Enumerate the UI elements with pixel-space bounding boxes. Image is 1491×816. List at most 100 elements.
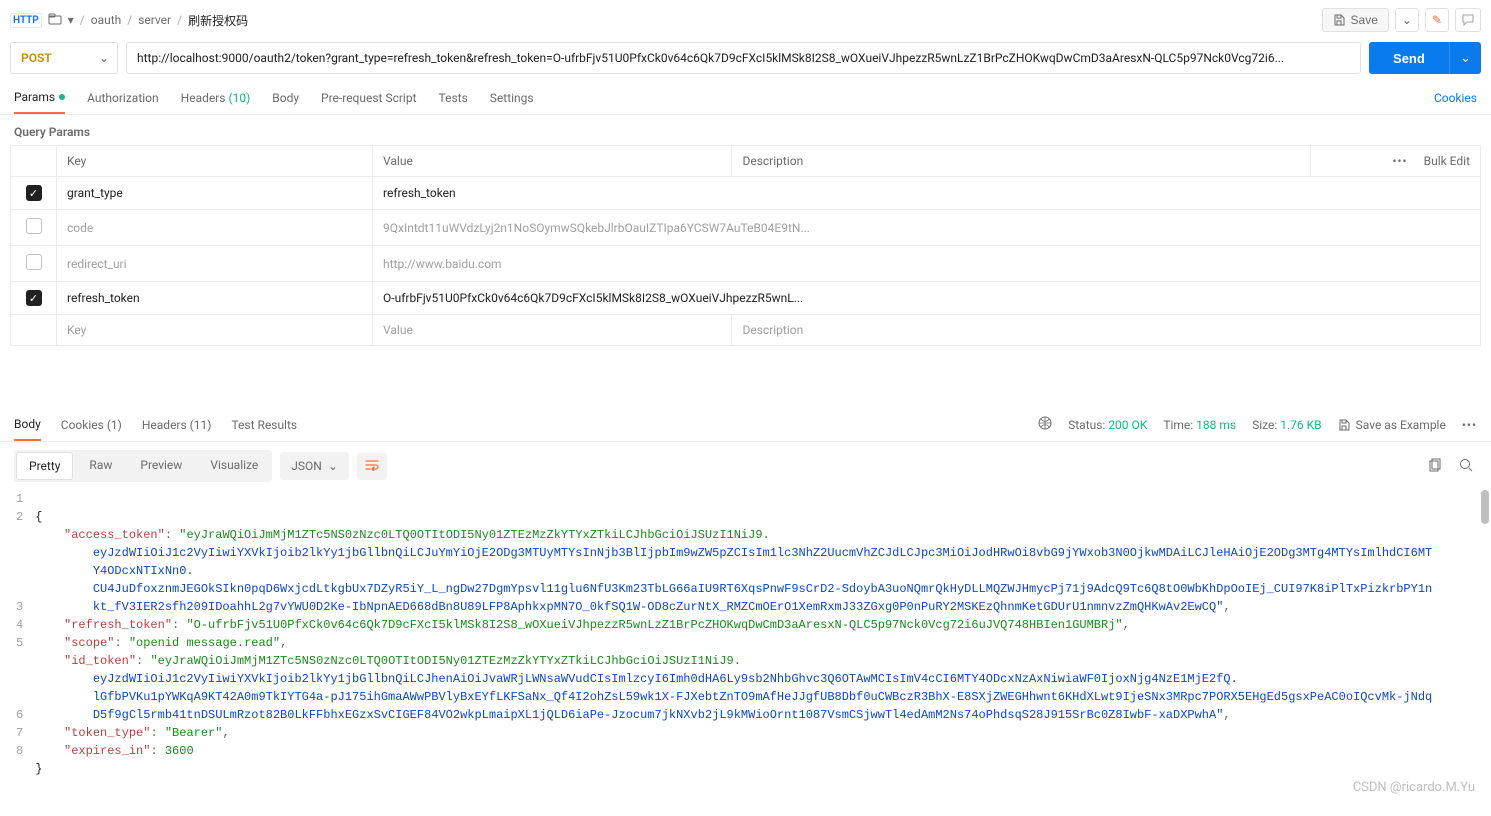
http-badge: HTTP (10, 13, 42, 28)
tab-tests[interactable]: Tests (439, 91, 468, 113)
param-value[interactable]: http://www.baidu.com (373, 246, 1481, 282)
viewmode-pretty[interactable]: Pretty (16, 452, 73, 480)
resp-tab-cookies[interactable]: Cookies (1) (61, 418, 122, 440)
json-wrap: lGfbPVKu1pYWKqA9KT42A0m9TkIYTG4a-pJ175ih… (93, 690, 1432, 704)
viewmode-group: Pretty Raw Preview Visualize (14, 450, 272, 482)
cookies-link[interactable]: Cookies (1434, 91, 1477, 113)
search-icon[interactable] (1455, 454, 1477, 479)
json-str: "eyJraWQiOiJmMjM1ZTc5NS0zNzc0LTQ0OTItODI… (150, 654, 741, 668)
param-key-placeholder[interactable]: Key (57, 315, 373, 346)
param-value-placeholder[interactable]: Value (373, 315, 732, 346)
tab-params-label: Params (14, 90, 55, 104)
checkbox[interactable] (26, 185, 42, 201)
query-params-table: Key Value Description ••• Bulk Edit grant… (10, 145, 1481, 346)
json-num: 3600 (165, 744, 194, 758)
checkbox[interactable] (26, 218, 42, 234)
param-key[interactable]: refresh_token (57, 282, 373, 315)
breadcrumb-caret[interactable]: ▾ (68, 13, 74, 27)
tab-headers-label: Headers (181, 91, 226, 105)
col-desc: Description (732, 146, 1311, 177)
scrollbar-thumb[interactable] (1481, 490, 1489, 524)
param-row: grant_type refresh_token (11, 177, 1481, 210)
send-caret-button[interactable]: ⌄ (1449, 42, 1481, 74)
save-icon (1338, 419, 1350, 431)
save-button[interactable]: Save (1322, 8, 1389, 32)
status: Status: 200 OK (1068, 418, 1147, 432)
json-wrap: eyJzdWIiOiJ1c2VyIiwiYXVkIjoib2lkYy1jbGll… (93, 546, 1432, 560)
chevron-down-icon: ⌄ (328, 459, 338, 473)
json-brace-close: } (35, 762, 42, 776)
breadcrumb-part-0[interactable]: oauth (91, 13, 122, 27)
line-gutter: 12 345 678 (10, 490, 35, 796)
save-icon (1333, 14, 1345, 26)
param-value[interactable]: O-ufrbFjv51U0PfxCk0v64c6Qk7D9cFXcI5klMSk… (373, 282, 1481, 315)
resp-tab-body[interactable]: Body (14, 417, 41, 441)
copy-icon[interactable] (1425, 454, 1447, 479)
response-body[interactable]: 12 345 678 { "access_token": "eyJraWQiOi… (0, 490, 1491, 816)
tab-headers[interactable]: Headers (10) (181, 91, 251, 113)
viewmode-raw[interactable]: Raw (77, 452, 124, 480)
json-key: "access_token" (64, 528, 165, 542)
param-value[interactable]: refresh_token (373, 177, 1481, 210)
chevron-down-icon: ⌄ (91, 51, 117, 65)
col-value: Value (373, 146, 732, 177)
time: Time: 188 ms (1163, 418, 1236, 432)
json-key: "refresh_token" (64, 618, 172, 632)
json-wrap: CU4JuDfoxznmJEGOkSIkn0pqD6WxjcdLtkgbUx7D… (93, 582, 1432, 596)
breadcrumb-part-1[interactable]: server (138, 13, 171, 27)
edit-button[interactable]: ✎ (1425, 8, 1449, 32)
json-str: "O-ufrbFjv51U0PfxCk0v64c6Qk7D9cFXcI5klMS… (186, 618, 1122, 632)
json-brace-open: { (35, 510, 42, 524)
param-desc-placeholder[interactable]: Description (732, 315, 1481, 346)
save-caret-button[interactable]: ⌄ (1395, 8, 1419, 32)
resp-tab-headers[interactable]: Headers (11) (142, 418, 212, 440)
param-key[interactable]: redirect_uri (57, 246, 373, 282)
resp-cookies-count: (1) (107, 418, 122, 432)
url-input[interactable]: http://localhost:9000/oauth2/token?grant… (126, 42, 1361, 74)
json-wrap: Y4ODcxNTIxNn0. (93, 564, 194, 578)
param-value[interactable]: 9QxIntdt11uWVdzLyj2n1NoSOymwSQkebJlrbOau… (373, 210, 1481, 246)
save-label: Save (1351, 13, 1378, 27)
save-example-button[interactable]: Save as Example (1338, 418, 1446, 432)
param-key[interactable]: grant_type (57, 177, 373, 210)
more-icon[interactable]: ••• (1462, 418, 1477, 432)
json-wrap: kt_fV3IER2sfh209IDoahhL2g7vYWU0D2Ke-IbNp… (93, 600, 1224, 614)
json-str: "eyJraWQiOiJmMjM1ZTc5NS0zNzc0LTQ0OTItODI… (179, 528, 770, 542)
method-select[interactable]: POST ⌄ (10, 42, 118, 74)
lang-select[interactable]: JSON⌄ (280, 452, 349, 480)
tab-settings[interactable]: Settings (490, 91, 534, 113)
json-key: "id_token" (64, 654, 136, 668)
send-button[interactable]: Send (1369, 42, 1449, 74)
tab-body[interactable]: Body (272, 91, 299, 113)
checkbox[interactable] (26, 254, 42, 270)
wrap-lines-button[interactable] (357, 453, 387, 480)
resp-headers-count: (11) (190, 418, 212, 432)
param-key[interactable]: code (57, 210, 373, 246)
chevron-down-icon: ⌄ (1402, 13, 1412, 27)
json-wrap: eyJzdWIiOiJ1c2VyIiwiYXVkIjoib2lkYy1jbGll… (93, 672, 1238, 686)
tab-prerequest[interactable]: Pre-request Script (321, 91, 416, 113)
tab-authorization[interactable]: Authorization (87, 91, 159, 113)
tab-params[interactable]: Params (14, 90, 65, 114)
comment-button[interactable] (1455, 8, 1481, 32)
col-key: Key (57, 146, 373, 177)
checkbox[interactable] (26, 290, 42, 306)
json-str: "Bearer" (165, 726, 223, 740)
headers-count: (10) (228, 91, 250, 105)
globe-icon[interactable] (1038, 416, 1052, 433)
resp-tab-tests[interactable]: Test Results (231, 418, 297, 440)
method-label: POST (11, 51, 91, 65)
wrap-icon (365, 459, 379, 471)
folder-icon[interactable] (48, 13, 62, 28)
viewmode-preview[interactable]: Preview (128, 452, 194, 480)
resp-tab-headers-label: Headers (142, 418, 187, 432)
pencil-icon: ✎ (1432, 13, 1442, 27)
more-icon[interactable]: ••• (1392, 154, 1407, 168)
breadcrumb-last: 刷新授权码 (188, 12, 248, 29)
viewmode-visualize[interactable]: Visualize (198, 452, 270, 480)
resp-tab-cookies-label: Cookies (61, 418, 104, 432)
comment-icon (1462, 14, 1474, 26)
json-wrap: D5f9gCl5rmb41tnDSULmRzot82B0LkFFbhxEGzxS… (93, 708, 1224, 722)
json-key: "token_type" (64, 726, 150, 740)
bulk-edit-link[interactable]: Bulk Edit (1424, 154, 1470, 168)
